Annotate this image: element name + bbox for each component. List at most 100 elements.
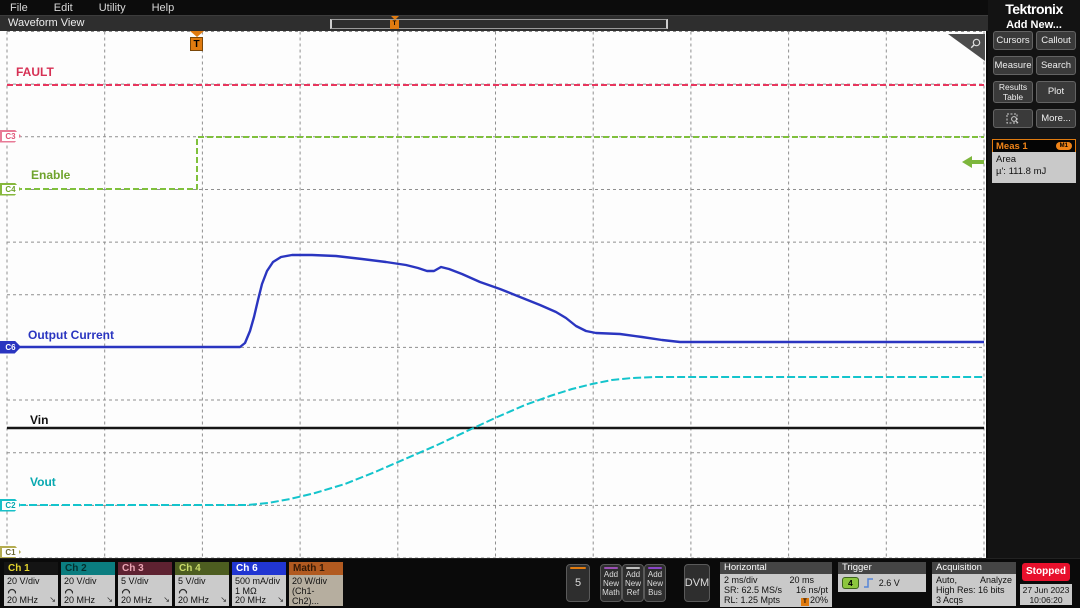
horizontal-panel[interactable]: Horizontal 2 ms/div 20 ms SR: 62.5 MS/s 16…: [720, 562, 832, 607]
add-new-ref-button[interactable]: AddNewRef: [622, 564, 644, 602]
meas1-badge[interactable]: Meas 1 M1 Area µ': 111.8 mJ: [992, 139, 1076, 183]
oscilloscope-app: File Edit Utility Help Waveform View T F…: [0, 0, 1080, 608]
record-length: RL: 1.25 Mpts: [724, 595, 780, 606]
acquisition-detail: High Res: 16 bits: [936, 585, 1005, 595]
waveform-view[interactable]: FAULT Enable Output Current Vin Vout C3C…: [0, 31, 986, 558]
diagonal-arrow-icon: ↘: [49, 595, 56, 605]
scale-label: 20 V/div: [7, 576, 55, 586]
scale-label: 500 mA/div: [235, 576, 283, 586]
channel-badge-ch3[interactable]: Ch 35 V/div 20 MHz ↘: [118, 562, 172, 606]
plot-button[interactable]: Plot: [1036, 81, 1076, 103]
channel-badge-math1[interactable]: Math 120 W/div(Ch1-Ch2)...: [289, 562, 343, 606]
results-table-button[interactable]: Results Table: [993, 81, 1033, 103]
tektronix-logo: Tektronix: [988, 0, 1080, 17]
diagonal-arrow-icon: ↘: [163, 595, 170, 605]
menu-edit[interactable]: Edit: [54, 2, 73, 14]
trigger-panel[interactable]: Trigger 4 2.6 V: [838, 562, 926, 592]
horizontal-window: 20 ms: [789, 575, 814, 585]
trigger-point-marker[interactable]: T: [190, 37, 203, 51]
channel-label: Ch 4: [175, 562, 229, 575]
wave-count-button[interactable]: 5: [566, 564, 590, 602]
menu-utility[interactable]: Utility: [99, 2, 126, 14]
diagonal-arrow-icon: ↘: [106, 595, 113, 605]
trace-label-enable: Enable: [31, 168, 70, 182]
add-new-bus-button[interactable]: AddNewBus: [644, 564, 666, 602]
graticule-and-traces: [0, 31, 986, 558]
acquisition-mode: Auto,: [936, 575, 957, 585]
datetime-display: 27 Jun 2023 10:06:20: [1020, 584, 1072, 605]
measure-button[interactable]: Measure: [993, 56, 1033, 75]
dvm-button[interactable]: DVM: [684, 564, 710, 602]
trace-label-fault: FAULT: [16, 65, 54, 79]
probe-icon: [178, 587, 188, 594]
channel-badge-ch1[interactable]: Ch 120 V/div 20 MHz ↘: [4, 562, 58, 606]
meas1-value: µ': 111.8 mJ: [996, 166, 1072, 178]
channel-label: Ch 3: [118, 562, 172, 575]
bottom-bar: Ch 120 V/div20 MHz↘Ch 220 V/div20 MHz↘Ch…: [0, 558, 1080, 608]
trigger-level: 2.6 V: [879, 578, 900, 588]
bandwidth-label: 20 MHz: [7, 595, 38, 605]
scale-label: 20 W/div: [292, 576, 340, 586]
acquisition-panel[interactable]: Acquisition Auto, Analyze High Res: 16 bi…: [932, 562, 1016, 606]
channel-label: Ch 1: [4, 562, 58, 575]
acquisition-count: 3 Acqs: [936, 595, 963, 605]
right-panel: Tektronix Add New... Cursors Callout Mea…: [988, 0, 1080, 558]
trigger-source-badge: 4: [842, 577, 859, 589]
probe-icon: [7, 587, 17, 594]
trace-label-vin: Vin: [30, 413, 48, 427]
date-label: 27 Jun 2023: [1020, 585, 1072, 595]
scale-label: 20 V/div: [64, 576, 112, 586]
time-label: 10:06:20: [1020, 595, 1072, 605]
trigger-position-pct: 20%: [810, 595, 828, 605]
more-button[interactable]: More...: [1036, 109, 1076, 128]
meas1-name: Area: [996, 154, 1072, 166]
scale-label: 5 V/div: [121, 576, 169, 586]
channel-badge-ch6[interactable]: Ch 6500 mA/div1 MΩ20 MHz↘: [232, 562, 286, 606]
trace-label-output-current: Output Current: [28, 328, 114, 342]
meas1-m1-pill: M1: [1056, 142, 1072, 150]
trigger-t-icon: T: [801, 598, 809, 606]
run-stop-button[interactable]: Stopped: [1022, 563, 1070, 581]
add-new-heading: Add New...: [988, 19, 1080, 31]
bandwidth-label: 20 MHz: [121, 595, 152, 605]
left-column: File Edit Utility Help Waveform View T F…: [0, 0, 988, 558]
trace-enable[interactable]: [7, 137, 984, 189]
channel-label: Math 1: [289, 562, 343, 575]
horizontal-scale: 2 ms/div: [724, 575, 758, 585]
bandwidth-label: 20 MHz: [235, 595, 266, 605]
tab-waveform-view[interactable]: Waveform View: [8, 17, 84, 29]
menu-file[interactable]: File: [10, 2, 28, 14]
trigger-title: Trigger: [838, 562, 926, 574]
magnifier-icon: [969, 37, 982, 50]
sample-rate: SR: 62.5 MS/s: [724, 585, 782, 595]
channel-label: Ch 6: [232, 562, 286, 575]
menu-help[interactable]: Help: [152, 2, 175, 14]
search-button[interactable]: Search: [1036, 56, 1076, 75]
bandwidth-label: 20 MHz: [64, 595, 95, 605]
tab-bar: Waveform View T: [0, 15, 988, 31]
cursors-button[interactable]: Cursors: [993, 31, 1033, 50]
acquisition-title: Acquisition: [932, 562, 1016, 574]
diagonal-arrow-icon: ↘: [277, 595, 284, 605]
zoom-tool-button[interactable]: [993, 109, 1033, 128]
channel-badge-ch2[interactable]: Ch 220 V/div 20 MHz ↘: [61, 562, 115, 606]
horizontal-title: Horizontal: [720, 562, 832, 574]
bandwidth-label: 20 MHz: [178, 595, 209, 605]
acquisition-analyze: Analyze: [980, 575, 1012, 585]
horizontal-position-bar[interactable]: T: [330, 19, 668, 29]
add-new-math-button[interactable]: AddNewMath: [600, 564, 622, 602]
probe-icon: [64, 587, 74, 594]
callout-button[interactable]: Callout: [1036, 31, 1076, 50]
channel-badge-ch4[interactable]: Ch 45 V/div 20 MHz ↘: [175, 562, 229, 606]
trigger-position-indicator[interactable]: T: [390, 17, 400, 31]
resolution: 16 ns/pt: [796, 585, 828, 595]
rising-edge-icon: [863, 577, 875, 589]
diagonal-arrow-icon: ↘: [220, 595, 227, 605]
trace-label-vout: Vout: [30, 475, 56, 489]
channel-label: Ch 2: [61, 562, 115, 575]
main-row: File Edit Utility Help Waveform View T F…: [0, 0, 1080, 558]
probe-icon: [121, 587, 131, 594]
scale-label: 5 V/div: [178, 576, 226, 586]
trigger-level-arrow[interactable]: [962, 156, 984, 168]
zoom-box-icon: [1006, 113, 1020, 125]
